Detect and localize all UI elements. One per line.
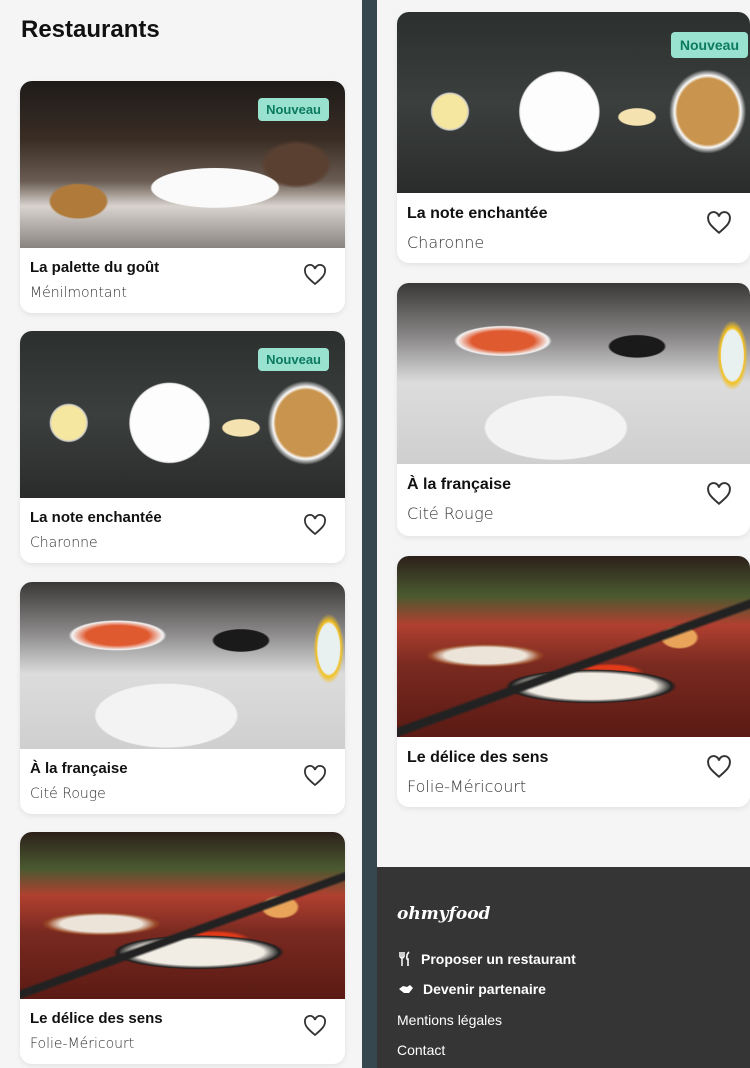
restaurant-name: À la française — [30, 760, 128, 777]
heart-icon[interactable] — [706, 482, 732, 506]
restaurants-list-panel-scrolled: Nouveau La note enchantée Charonne À la … — [377, 0, 750, 1068]
restaurant-name: À la française — [407, 476, 512, 493]
restaurants-list-panel: Restaurants Nouveau La palette du goût M… — [0, 0, 362, 1068]
restaurant-card-palette[interactable]: Nouveau La palette du goût Ménilmontant — [20, 81, 345, 313]
restaurant-name: La note enchantée — [407, 205, 548, 222]
heart-icon[interactable] — [303, 765, 327, 787]
restaurant-card-delice[interactable]: Le délice des sens Folie-Méricourt — [397, 556, 750, 807]
heart-icon[interactable] — [706, 211, 732, 235]
restaurant-card-note[interactable]: Nouveau La note enchantée Charonne — [397, 12, 750, 263]
restaurant-name: La note enchantée — [30, 509, 162, 526]
propose-restaurant-link[interactable]: Proposer un restaurant — [397, 951, 576, 967]
restaurant-name: Le délice des sens — [30, 1010, 163, 1027]
restaurant-photo — [397, 283, 750, 464]
become-partner-label: Devenir partenaire — [423, 981, 546, 997]
restaurant-photo: Nouveau — [20, 81, 345, 248]
new-badge: Nouveau — [670, 32, 748, 58]
restaurant-photo: Nouveau — [20, 331, 345, 498]
restaurant-card-francaise[interactable]: À la française Cité Rouge — [20, 582, 345, 814]
new-badge: Nouveau — [258, 348, 329, 371]
propose-restaurant-label: Proposer un restaurant — [421, 951, 576, 967]
become-partner-link[interactable]: Devenir partenaire — [397, 981, 546, 997]
restaurant-photo — [397, 556, 750, 737]
restaurant-area: Cité Rouge — [30, 786, 106, 802]
legal-link[interactable]: Mentions légales — [397, 1012, 502, 1028]
restaurant-area: Charonne — [407, 233, 485, 252]
utensils-icon — [399, 951, 410, 966]
restaurant-photo — [20, 582, 345, 749]
heart-icon[interactable] — [706, 755, 732, 779]
restaurant-photo: Nouveau — [397, 12, 750, 193]
restaurant-card-francaise[interactable]: À la française Cité Rouge — [397, 283, 750, 536]
restaurant-name: Le délice des sens — [407, 749, 549, 766]
restaurant-area: Cité Rouge — [407, 504, 494, 523]
restaurant-area: Folie-Méricourt — [407, 777, 527, 796]
footer-logo[interactable]: ohmyfood — [397, 904, 490, 924]
contact-link[interactable]: Contact — [397, 1042, 445, 1058]
restaurant-area: Charonne — [30, 535, 98, 551]
handshake-icon — [399, 985, 413, 993]
restaurant-photo — [20, 832, 345, 999]
contact-label: Contact — [397, 1042, 446, 1058]
restaurant-card-note[interactable]: Nouveau La note enchantée Charonne — [20, 331, 345, 563]
page-title: Restaurants — [21, 16, 160, 43]
restaurant-area: Ménilmontant — [30, 285, 127, 301]
heart-icon[interactable] — [303, 1015, 327, 1037]
heart-icon[interactable] — [303, 514, 327, 536]
page: Restaurants Nouveau La palette du goût M… — [0, 0, 750, 1068]
restaurant-area: Folie-Méricourt — [30, 1036, 135, 1052]
site-footer: ohmyfood Proposer un restaurant Devenir … — [377, 867, 750, 1068]
legal-label: Mentions légales — [397, 1012, 503, 1028]
restaurant-name: La palette du goût — [30, 259, 160, 276]
restaurant-card-delice[interactable]: Le délice des sens Folie-Méricourt — [20, 832, 345, 1064]
heart-icon[interactable] — [303, 264, 327, 286]
new-badge: Nouveau — [258, 98, 329, 121]
